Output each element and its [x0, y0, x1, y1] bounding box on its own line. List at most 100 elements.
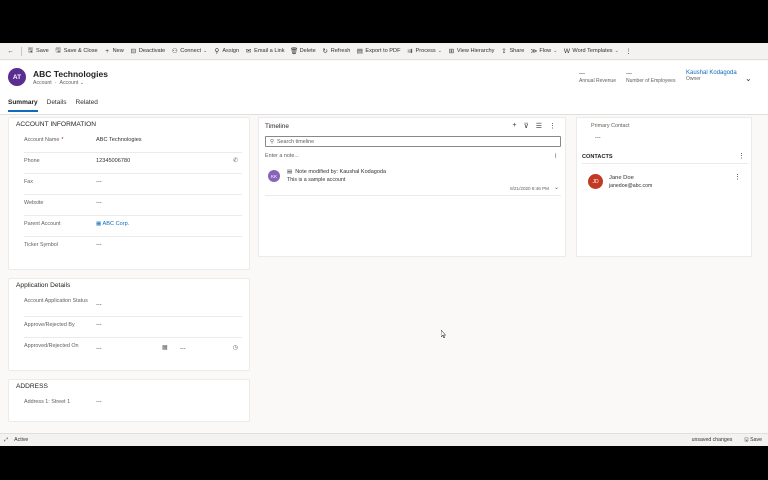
owner-label: Owner — [686, 76, 701, 82]
approved-on-date[interactable]: --- — [96, 342, 102, 353]
field-account-name[interactable]: Account Name * ABC Technologies — [24, 132, 242, 153]
website-value[interactable]: --- — [96, 199, 102, 207]
chevron-down-icon: ⌄ — [745, 74, 752, 83]
contact-avatar: JD — [588, 174, 603, 189]
form-name: Account — [59, 80, 79, 86]
header-annual-revenue[interactable]: --- Annual Revenue — [579, 71, 616, 84]
field-application-status[interactable]: Account Application Status --- — [24, 293, 242, 317]
approved-by-value[interactable]: --- — [96, 321, 102, 329]
timeline-item-body: This is a sample account — [287, 177, 346, 183]
approved-by-label: Approve/Rejected By — [24, 322, 75, 328]
header-expand-button[interactable]: ⌄ — [745, 74, 752, 83]
note-placeholder: Enter a note... — [265, 153, 299, 159]
record-avatar: AT — [8, 68, 26, 86]
header-number-of-employees[interactable]: --- Number of Employees — [626, 71, 675, 84]
right-column: Primary Contact --- CONTACTS ⋮ JD Jane D… — [576, 117, 752, 257]
tab-summary[interactable]: Summary — [8, 99, 38, 112]
employees-label: Number of Employees — [626, 78, 676, 84]
timeline-item[interactable]: KK ▤ Note modified by: Kaushal Kodagoda T… — [265, 166, 561, 196]
refresh-button[interactable]: ↻ Refresh — [319, 43, 354, 60]
list-view-icon[interactable]: ☰ — [536, 122, 542, 130]
field-approved-on[interactable]: Approved/Rejected On --- ▦ --- ◷ — [24, 338, 242, 364]
section-title: ADDRESS — [16, 383, 48, 390]
contact-name[interactable]: Jane Doe — [609, 175, 634, 181]
primary-contact-label: Primary Contact — [591, 123, 630, 129]
street-value[interactable]: --- — [96, 398, 102, 406]
chevron-down-icon[interactable]: ⌄ — [554, 184, 559, 191]
chevron-down-icon: ⌄ — [437, 48, 442, 54]
flow-icon: ≫ — [530, 48, 538, 55]
attachment-icon[interactable]: ⌇ — [554, 153, 557, 160]
word-icon: W — [563, 47, 570, 55]
assign-label: Assign — [222, 48, 240, 54]
new-button[interactable]: + New — [101, 43, 127, 60]
more-vertical-icon[interactable]: ⋮ — [734, 173, 741, 181]
phone-value[interactable]: 12345006780 — [96, 157, 130, 165]
clock-icon[interactable]: ◷ — [233, 344, 238, 351]
address-section: ADDRESS Address 1: Street 1 --- — [8, 379, 250, 422]
more-vertical-icon[interactable]: ⋮ — [738, 152, 745, 160]
connect-button[interactable]: ⚇ Connect ⌄ — [168, 43, 210, 60]
timeline-search-input[interactable]: ⚲ Search timeline — [265, 136, 561, 147]
chevron-down-icon: ⌄ — [614, 48, 619, 54]
timeline-item-avatar: KK — [268, 170, 280, 182]
tab-details[interactable]: Details — [47, 99, 67, 112]
export-pdf-button[interactable]: ▤ Export to PDF — [353, 43, 403, 60]
parent-account-link[interactable]: ▦ ABC Corp. — [96, 220, 129, 228]
more-vertical-icon: ⋮ — [625, 48, 632, 55]
flow-label: Flow — [539, 48, 552, 54]
more-vertical-icon[interactable]: ⋮ — [549, 122, 556, 130]
chevron-down-icon: ⌄ — [79, 80, 85, 86]
header-owner[interactable]: Kaushal Kodagoda Owner — [686, 70, 737, 82]
share-button[interactable]: ⇪ Share — [497, 43, 527, 60]
ticker-value[interactable]: --- — [96, 241, 102, 249]
add-icon[interactable]: + — [513, 122, 517, 130]
field-phone[interactable]: Phone 12345006780 ✆ — [24, 153, 242, 174]
contact-email[interactable]: janedoe@abc.com — [609, 183, 652, 189]
timeline-toolbar: + ⊽ ☰ ⋮ — [513, 122, 557, 130]
export-pdf-label: Export to PDF — [365, 48, 401, 54]
phone-icon[interactable]: ✆ — [233, 157, 238, 164]
mouse-cursor-icon — [441, 330, 446, 338]
command-bar: ← 🖫 Save 🖫 Save & Close + New ⊟ Deactivate ⚇… — [0, 43, 768, 60]
form-selector[interactable]: Account ⌄ — [59, 80, 84, 86]
more-commands-button[interactable]: ⋮ — [622, 43, 637, 60]
primary-contact-value[interactable]: --- — [595, 135, 601, 141]
field-ticker-symbol[interactable]: Ticker Symbol --- — [24, 237, 242, 263]
field-parent-account[interactable]: Parent Account ▦ ABC Corp. — [24, 216, 242, 237]
word-templates-button[interactable]: W Word Templates ⌄ — [560, 43, 621, 60]
back-button[interactable]: ← — [4, 43, 19, 60]
timeline-item-title: Note modified by: Kaushal Kodagoda — [295, 169, 387, 175]
tab-related[interactable]: Related — [76, 99, 98, 112]
save-close-icon: 🖫 — [55, 46, 62, 54]
status-value[interactable]: --- — [96, 297, 102, 309]
deactivate-button[interactable]: ⊟ Deactivate — [127, 43, 168, 60]
account-name-value[interactable]: ABC Technologies — [96, 136, 142, 144]
field-fax[interactable]: Fax --- — [24, 174, 242, 195]
process-button[interactable]: ⇉ Process ⌄ — [404, 43, 445, 60]
note-input[interactable]: Enter a note... ⌇ — [265, 153, 561, 160]
approved-on-time[interactable]: --- — [180, 345, 186, 353]
status-bar: ⤢ Active unsaved changes 🖫 Save — [0, 433, 768, 446]
field-approved-by[interactable]: Approve/Rejected By --- — [24, 317, 242, 338]
assign-button[interactable]: ⚲ Assign — [210, 43, 242, 60]
filter-icon[interactable]: ⊽ — [524, 122, 529, 130]
delete-button[interactable]: 🗑 Delete — [288, 43, 319, 60]
email-link-button[interactable]: ✉ Email a Link — [242, 43, 287, 60]
expand-icon[interactable]: ⤢ — [4, 437, 8, 444]
save-close-button[interactable]: 🖫 Save & Close — [52, 43, 101, 60]
section-title: ACCOUNT INFORMATION — [16, 121, 96, 128]
status-save-button[interactable]: 🖫 Save — [744, 436, 762, 445]
calendar-icon[interactable]: ▦ — [162, 344, 168, 351]
field-street-1[interactable]: Address 1: Street 1 --- — [24, 394, 242, 415]
flow-button[interactable]: ≫ Flow ⌄ — [527, 43, 560, 60]
field-website[interactable]: Website --- — [24, 195, 242, 216]
save-button[interactable]: 🖫 Save — [24, 43, 52, 60]
view-hierarchy-button[interactable]: ⊞ View Hierarchy — [445, 43, 498, 60]
back-arrow-icon: ← — [7, 47, 14, 55]
chevron-down-icon: ⌄ — [553, 48, 558, 54]
hierarchy-icon: ⊞ — [448, 48, 455, 55]
fax-value[interactable]: --- — [96, 178, 102, 186]
refresh-label: Refresh — [330, 48, 351, 54]
street-label: Address 1: Street 1 — [24, 399, 71, 405]
